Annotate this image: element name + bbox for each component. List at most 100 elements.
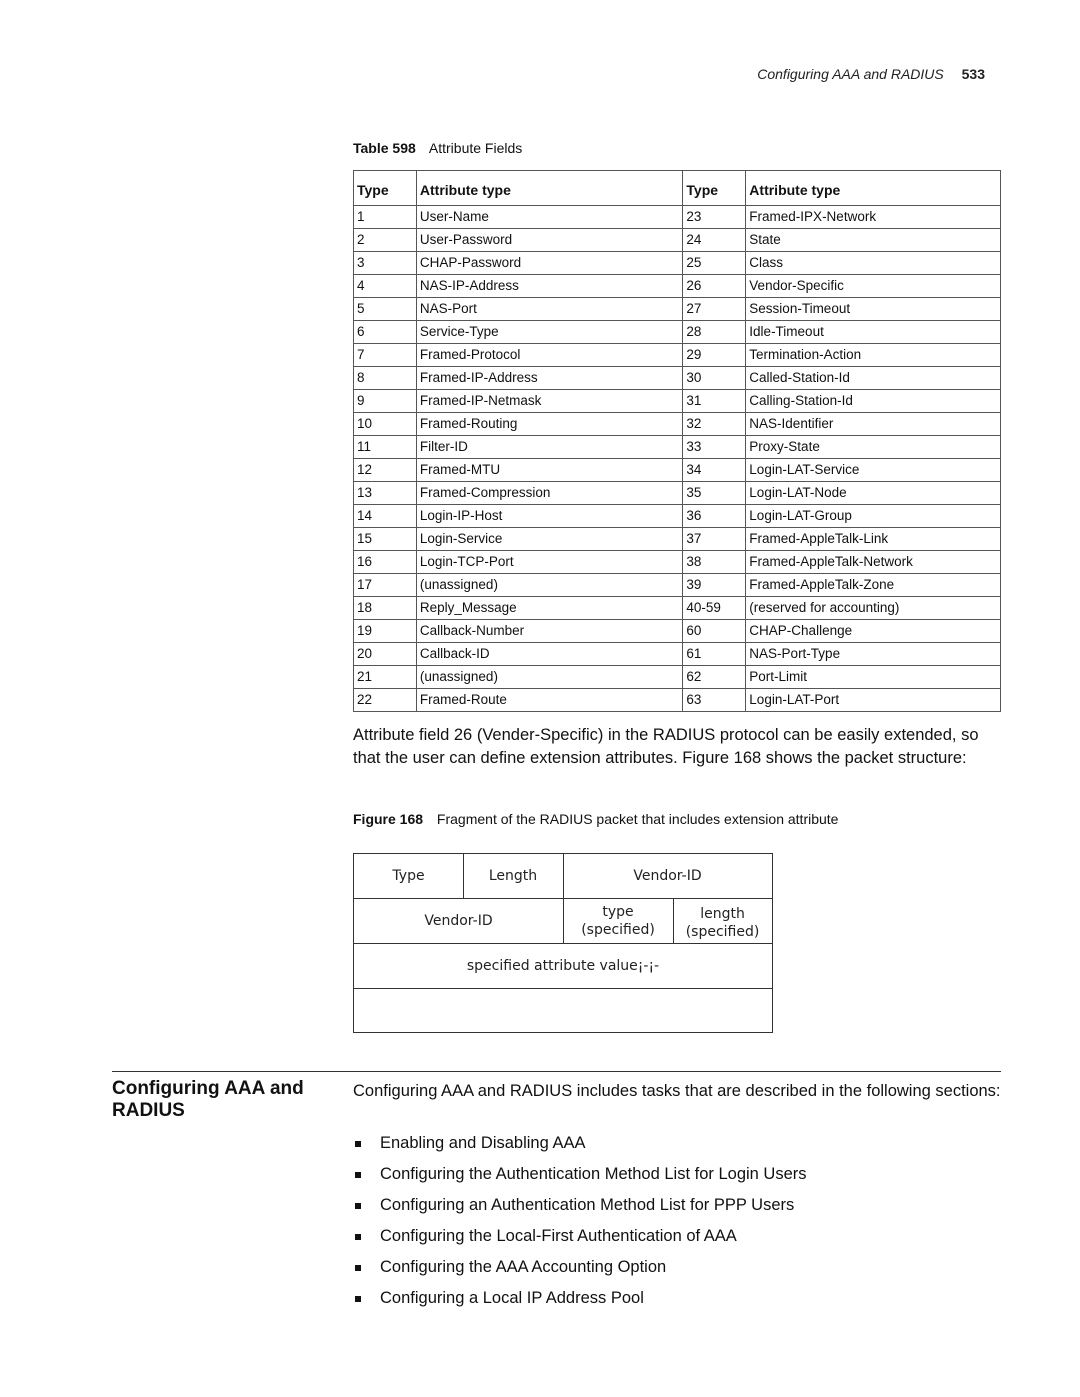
running-head-title: Configuring AAA and RADIUS <box>757 66 944 82</box>
cell-attribute-right: Login-LAT-Service <box>745 458 1001 482</box>
task-link-text[interactable]: Configuring the AAA Accounting Option <box>380 1256 666 1278</box>
section-heading-line1: Configuring AAA and <box>112 1078 304 1099</box>
square-bullet-icon <box>355 1203 361 1209</box>
length-specified-line2: (specified) <box>685 923 760 940</box>
cell-type-right: 61 <box>682 642 747 666</box>
table-row: 22 Framed-Route 63 Login-LAT-Port <box>353 688 1001 712</box>
cell-attribute-left: Filter-ID <box>415 435 684 459</box>
table-caption-title: Attribute Fields <box>428 140 523 156</box>
cell-attribute-right: Proxy-State <box>745 435 1001 459</box>
header-type-left: Type <box>353 170 417 206</box>
task-list-item: Configuring the AAA Accounting Option <box>353 1256 807 1287</box>
task-link-text[interactable]: Enabling and Disabling AAA <box>380 1132 585 1154</box>
packet-field-vendor-id-top: Vendor-ID <box>633 868 702 884</box>
figure-caption-label: Figure 168 <box>353 811 424 827</box>
table-row: 15 Login-Service 37 Framed-AppleTalk-Link <box>353 527 1001 551</box>
cell-attribute-left: Login-IP-Host <box>415 504 684 528</box>
cell-type-right: 37 <box>682 527 747 551</box>
task-link-text[interactable]: Configuring the Local-First Authenticati… <box>380 1225 737 1247</box>
page-number: 533 <box>961 66 985 82</box>
task-list-item: Configuring a Local IP Address Pool <box>353 1287 807 1318</box>
packet-field-attribute-value: specified attribute value¡-¡- <box>466 957 660 974</box>
cell-type-right: 63 <box>682 688 747 712</box>
table-row: 9 Framed-IP-Netmask 31 Calling-Station-Id <box>353 389 1001 413</box>
cell-type-right: 31 <box>682 389 747 413</box>
cell-type-left: 15 <box>353 527 417 551</box>
cell-type-left: 11 <box>353 435 417 459</box>
square-bullet-icon <box>355 1172 361 1178</box>
cell-attribute-right: Calling-Station-Id <box>745 389 1001 413</box>
table-row: 8 Framed-IP-Address 30 Called-Station-Id <box>353 366 1001 390</box>
table-row: 3 CHAP-Password 25 Class <box>353 251 1001 275</box>
cell-type-right: 27 <box>682 297 747 321</box>
task-link-text[interactable]: Configuring an Authentication Method Lis… <box>380 1194 794 1216</box>
cell-type-right: 40-59 <box>682 596 747 620</box>
cell-attribute-left: (unassigned) <box>415 665 684 689</box>
cell-attribute-left: NAS-Port <box>415 297 684 321</box>
body-paragraph: Attribute field 26 (Vender-Specific) in … <box>353 726 979 767</box>
cell-type-right: 30 <box>682 366 747 390</box>
cell-attribute-right: Class <box>745 251 1001 275</box>
cell-attribute-right: (reserved for accounting) <box>745 596 1001 620</box>
table-row: 7 Framed-Protocol 29 Termination-Action <box>353 343 1001 367</box>
cell-attribute-right: Termination-Action <box>745 343 1001 367</box>
length-specified-line1: length <box>700 905 745 922</box>
cell-type-left: 20 <box>353 642 417 666</box>
cell-attribute-right: Session-Timeout <box>745 297 1001 321</box>
task-list-item: Enabling and Disabling AAA <box>353 1132 807 1163</box>
table-row: 10 Framed-Routing 32 NAS-Identifier <box>353 412 1001 436</box>
cell-type-left: 9 <box>353 389 417 413</box>
cell-type-left: 16 <box>353 550 417 574</box>
cell-attribute-right: Called-Station-Id <box>745 366 1001 390</box>
cell-attribute-right: Framed-AppleTalk-Network <box>745 550 1001 574</box>
cell-type-left: 2 <box>353 228 417 252</box>
cell-attribute-right: State <box>745 228 1001 252</box>
cell-type-right: 29 <box>682 343 747 367</box>
cell-attribute-left: NAS-IP-Address <box>415 274 684 298</box>
cell-attribute-right: Login-LAT-Group <box>745 504 1001 528</box>
cell-attribute-right: NAS-Identifier <box>745 412 1001 436</box>
table-row: 16 Login-TCP-Port 38 Framed-AppleTalk-Netwo… <box>353 550 1001 574</box>
cell-attribute-left: Callback-Number <box>415 619 684 643</box>
table-header-row: Type Attribute type Type Attribute type <box>353 170 1001 206</box>
cell-attribute-right: Framed-IPX-Network <box>745 205 1001 229</box>
cell-attribute-left: Framed-Compression <box>415 481 684 505</box>
cell-attribute-right: Framed-AppleTalk-Link <box>745 527 1001 551</box>
cell-attribute-right: Idle-Timeout <box>745 320 1001 344</box>
table-row: 14 Login-IP-Host 36 Login-LAT-Group <box>353 504 1001 528</box>
cell-type-right: 60 <box>682 619 747 643</box>
cell-attribute-left: Framed-Protocol <box>415 343 684 367</box>
cell-type-left: 4 <box>353 274 417 298</box>
cell-type-left: 5 <box>353 297 417 321</box>
cell-type-right: 34 <box>682 458 747 482</box>
cell-attribute-left: Framed-Route <box>415 688 684 712</box>
cell-attribute-left: CHAP-Password <box>415 251 684 275</box>
cell-attribute-right: NAS-Port-Type <box>745 642 1001 666</box>
square-bullet-icon <box>355 1296 361 1302</box>
table-row: 18 Reply_Message 40-59 (reserved for accoun… <box>353 596 1001 620</box>
task-link-text[interactable]: Configuring the Authentication Method Li… <box>380 1163 807 1185</box>
table-row: 4 NAS-IP-Address 26 Vendor-Specific <box>353 274 1001 298</box>
cell-attribute-left: Framed-MTU <box>415 458 684 482</box>
cell-type-left: 19 <box>353 619 417 643</box>
table-row: 12 Framed-MTU 34 Login-LAT-Service <box>353 458 1001 482</box>
figure-caption-title: Fragment of the RADIUS packet that inclu… <box>436 811 839 827</box>
cell-type-right: 33 <box>682 435 747 459</box>
cell-type-left: 14 <box>353 504 417 528</box>
section-intro: Configuring AAA and RADIUS includes task… <box>353 1082 1001 1100</box>
section-heading: Configuring AAA and RADIUS <box>112 1078 342 1122</box>
cell-type-left: 13 <box>353 481 417 505</box>
cell-type-right: 62 <box>682 665 747 689</box>
cell-type-left: 12 <box>353 458 417 482</box>
cell-type-left: 21 <box>353 665 417 689</box>
table-row: 11 Filter-ID 33 Proxy-State <box>353 435 1001 459</box>
table-row: 20 Callback-ID 61 NAS-Port-Type <box>353 642 1001 666</box>
cell-type-left: 6 <box>353 320 417 344</box>
cell-type-right: 36 <box>682 504 747 528</box>
table-row: 19 Callback-Number 60 CHAP-Challenge <box>353 619 1001 643</box>
packet-field-type-specified: type (specified) <box>563 898 673 943</box>
attribute-fields-table: Type Attribute type Type Attribute type … <box>353 170 1001 712</box>
cell-type-right: 39 <box>682 573 747 597</box>
task-link-text[interactable]: Configuring a Local IP Address Pool <box>380 1287 644 1309</box>
cell-attribute-right: Login-LAT-Node <box>745 481 1001 505</box>
